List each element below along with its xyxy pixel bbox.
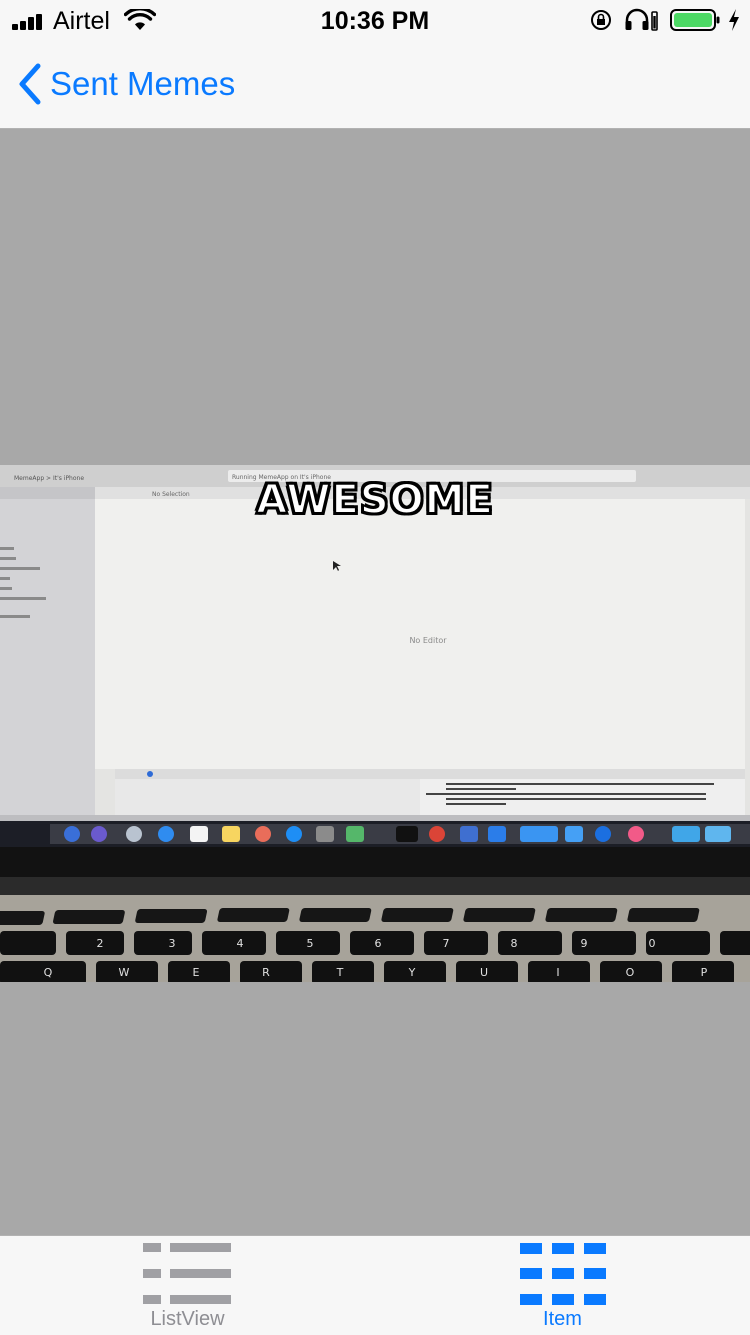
svg-text:U: U	[480, 966, 488, 979]
headphones-icon	[625, 8, 658, 31]
svg-text:7: 7	[443, 937, 450, 950]
list-icon	[142, 1243, 231, 1304]
svg-text:6: 6	[375, 937, 382, 950]
svg-text:8: 8	[511, 937, 518, 950]
back-button[interactable]: Sent Memes	[14, 60, 235, 108]
screen-editor-text: No Editor	[409, 636, 447, 645]
back-button-label: Sent Memes	[50, 65, 236, 102]
tab-item-label: Item	[543, 1308, 582, 1330]
meme-image: MemeApp > It's iPhone Running MemeApp on…	[0, 465, 750, 982]
tab-listview-label: ListView	[150, 1308, 225, 1330]
laptop-photo: MemeApp > It's iPhone Running MemeApp on…	[0, 465, 750, 982]
meme-detail-view: MemeApp > It's iPhone Running MemeApp on…	[0, 129, 750, 1235]
chevron-left-icon	[19, 63, 41, 105]
svg-text:W: W	[119, 966, 130, 979]
svg-text:9: 9	[581, 937, 588, 950]
rotation-lock-icon	[591, 10, 611, 30]
svg-text:0: 0	[649, 937, 656, 950]
status-bar: Airtel 10:36 PM	[0, 0, 750, 40]
svg-text:E: E	[193, 966, 200, 979]
svg-text:4: 4	[237, 937, 244, 950]
tab-bar: ListView Item	[0, 1235, 750, 1335]
svg-text:3: 3	[169, 937, 176, 950]
svg-text:R: R	[262, 966, 270, 979]
svg-text:Y: Y	[408, 966, 416, 979]
svg-text:P: P	[701, 966, 708, 979]
svg-text:2: 2	[97, 937, 104, 950]
svg-text:O: O	[626, 966, 635, 979]
tab-item[interactable]: Item	[375, 1236, 750, 1335]
svg-text:5: 5	[307, 937, 314, 950]
navigation-bar: Sent Memes	[0, 40, 750, 129]
tab-listview[interactable]: ListView	[0, 1236, 375, 1335]
charging-bolt-icon	[729, 9, 739, 31]
grid-icon	[519, 1243, 606, 1305]
svg-text:T: T	[336, 966, 344, 979]
svg-text:Q: Q	[44, 966, 53, 979]
battery-icon	[670, 9, 720, 31]
svg-text:I: I	[556, 966, 559, 979]
meme-top-caption: AWESOME	[255, 476, 494, 524]
